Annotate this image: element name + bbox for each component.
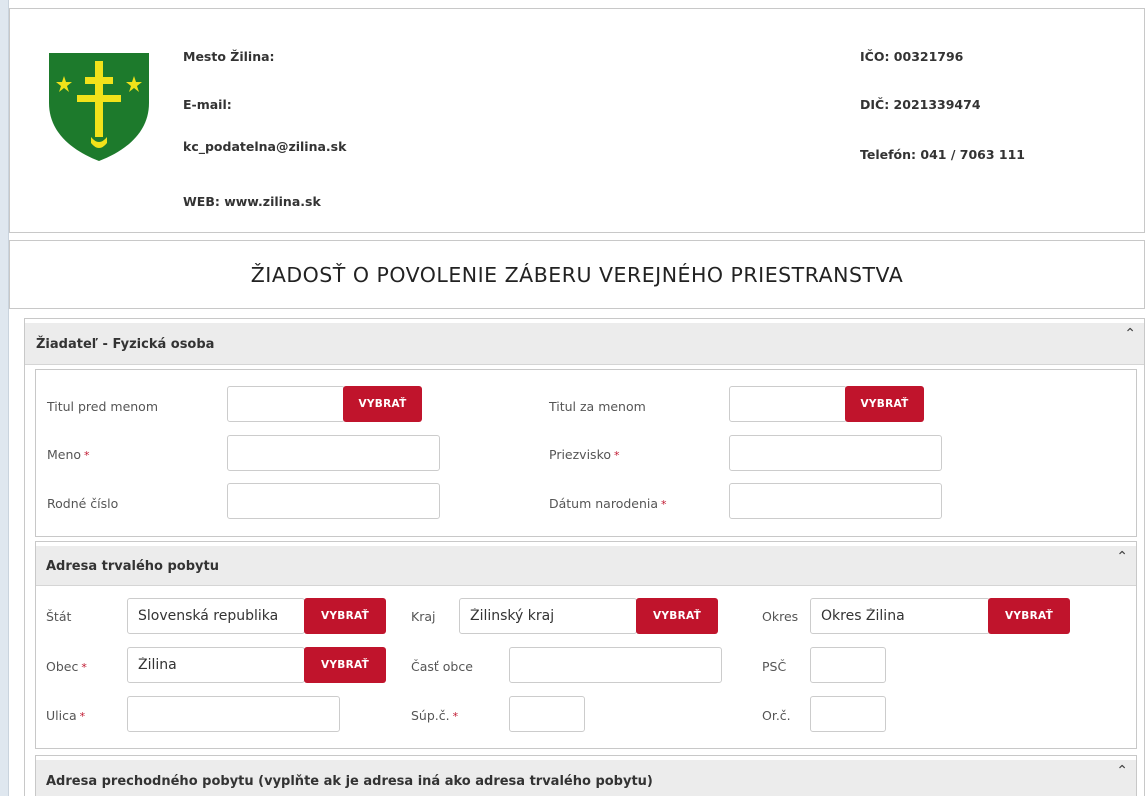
orc-input[interactable]	[810, 696, 886, 732]
municipality-part-input[interactable]	[509, 647, 722, 683]
region-choose-button[interactable]: VYBRAŤ	[636, 598, 718, 634]
email-label: E-mail:	[183, 97, 232, 112]
district-choose-button[interactable]: VYBRAŤ	[988, 598, 1070, 634]
org-name: Mesto Žilina:	[183, 49, 275, 64]
temporary-address-title: Adresa prechodného pobytu (vyplňte ak je…	[46, 774, 653, 789]
temporary-address-header[interactable]: Adresa prechodného pobytu (vyplňte ak je…	[36, 760, 1136, 796]
permanent-address-title: Adresa trvalého pobytu	[46, 559, 219, 574]
applicant-fields: Titul pred menom VYBRAŤ Titul za menom V…	[35, 369, 1137, 537]
title-before-label: Titul pred menom	[47, 399, 159, 414]
first-name-input[interactable]	[227, 435, 440, 471]
title-after-input[interactable]	[729, 386, 847, 422]
municipality-label: Obec *	[46, 659, 87, 674]
required-mark: *	[79, 710, 86, 723]
district-input[interactable]	[810, 598, 990, 634]
page-title: ŽIADOSŤ O POVOLENIE ZÁBERU VEREJNÉHO PRI…	[250, 262, 904, 287]
form-title-card: ŽIADOSŤ O POVOLENIE ZÁBERU VEREJNÉHO PRI…	[9, 240, 1145, 309]
region-label: Kraj	[411, 609, 436, 624]
chevron-up-icon[interactable]: ⌃	[1116, 764, 1128, 778]
supc-input[interactable]	[509, 696, 585, 732]
dic-number: DIČ: 2021339474	[860, 97, 981, 112]
title-after-choose-button[interactable]: VYBRAŤ	[845, 386, 924, 422]
state-label: Štát	[46, 609, 72, 624]
birth-date-label: Dátum narodenia *	[549, 496, 667, 511]
orc-label: Or.č.	[762, 708, 791, 723]
zip-input[interactable]	[810, 647, 886, 683]
region-input[interactable]	[459, 598, 637, 634]
street-label: Ulica *	[46, 708, 86, 723]
district-label: Okres	[762, 609, 799, 624]
required-mark: *	[81, 661, 87, 674]
coat-of-arms-logo	[49, 53, 149, 161]
chevron-up-icon[interactable]: ⌃	[1116, 550, 1128, 564]
title-after-label: Titul za menom	[549, 399, 646, 414]
required-mark: *	[452, 710, 459, 723]
phone-number: Telefón: 041 / 7063 111	[860, 147, 1025, 162]
supc-label: Súp.č. *	[411, 708, 459, 723]
chevron-up-icon[interactable]: ⌃	[1124, 327, 1136, 341]
header-card: Mesto Žilina: E-mail: kc_podatelna@zilin…	[9, 8, 1145, 233]
required-mark: *	[84, 449, 90, 462]
title-before-choose-button[interactable]: VYBRAŤ	[343, 386, 422, 422]
state-choose-button[interactable]: VYBRAŤ	[304, 598, 386, 634]
birth-date-input[interactable]	[729, 483, 942, 519]
title-before-input[interactable]	[227, 386, 345, 422]
required-mark: *	[661, 498, 667, 511]
email-address: kc_podatelna@zilina.sk	[183, 139, 347, 154]
zip-label: PSČ	[762, 659, 787, 674]
permanent-address-header[interactable]: Adresa trvalého pobytu ⌃	[36, 546, 1136, 586]
last-name-input[interactable]	[729, 435, 942, 471]
birth-number-label: Rodné číslo	[47, 496, 119, 511]
applicant-section-title: Žiadateľ - Fyzická osoba	[36, 337, 215, 352]
municipality-part-label: Časť obce	[411, 659, 473, 674]
required-mark: *	[614, 449, 620, 462]
municipality-choose-button[interactable]: VYBRAŤ	[304, 647, 386, 683]
left-panel-strip	[0, 0, 9, 796]
ico-number: IČO: 00321796	[860, 49, 964, 64]
temporary-address-section: Adresa prechodného pobytu (vyplňte ak je…	[35, 755, 1137, 796]
applicant-section-header[interactable]: Žiadateľ - Fyzická osoba ⌃	[25, 323, 1144, 365]
municipality-input[interactable]	[127, 647, 305, 683]
state-input[interactable]	[127, 598, 305, 634]
permanent-address-section: Adresa trvalého pobytu ⌃ Štát VYBRAŤ Kra…	[35, 541, 1137, 749]
last-name-label: Priezvisko *	[549, 447, 620, 462]
web-address: WEB: www.zilina.sk	[183, 194, 321, 209]
first-name-label: Meno *	[47, 447, 90, 462]
birth-number-input[interactable]	[227, 483, 440, 519]
street-input[interactable]	[127, 696, 340, 732]
applicant-form: Žiadateľ - Fyzická osoba ⌃ Titul pred me…	[24, 318, 1145, 796]
